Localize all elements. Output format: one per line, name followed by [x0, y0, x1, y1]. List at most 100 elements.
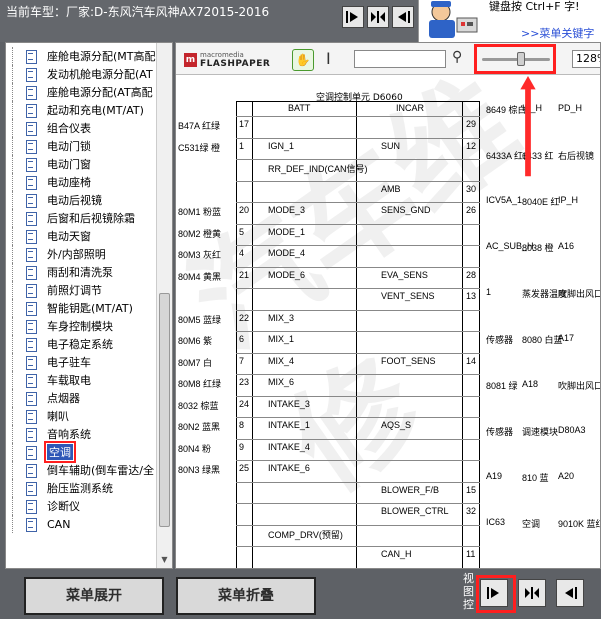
tree-item-label: 组合仪表 [47, 122, 91, 135]
connector-label: PD_H [558, 103, 583, 113]
menu-expand-button[interactable]: 菜单展开 [24, 577, 164, 615]
signal-left: MIX_4 [268, 355, 295, 366]
scroll-down-arrow-icon[interactable]: ▼ [158, 554, 171, 566]
signal-right: VENT_SENS [381, 291, 435, 301]
next-page-button[interactable] [342, 6, 364, 28]
document-icon [26, 67, 37, 82]
signal-left: COMP_DRV(预留) [268, 529, 343, 540]
pin-col-right [462, 101, 463, 568]
signal-left: INTAKE_1 [268, 420, 310, 430]
fit-width-button[interactable] [367, 6, 389, 28]
signal-right: AMB [381, 183, 401, 194]
tree-item[interactable]: 电子驻车 [6, 353, 156, 371]
connector-label: 传感器 [486, 427, 514, 437]
tree-item[interactable]: 后窗和后视镜除霜 [6, 209, 156, 227]
tree-item[interactable]: 电动门锁 [6, 137, 156, 155]
zoom-value-field[interactable]: 128% [572, 50, 600, 68]
tree-item[interactable]: 智能钥匙(MT/AT) [6, 299, 156, 317]
tree-item[interactable]: 发动机舱电源分配(AT [6, 65, 156, 83]
pin-left: 1 [239, 140, 245, 151]
menu-collapse-button[interactable]: 菜单折叠 [176, 577, 316, 615]
wire-label: 80N3 绿黑 [178, 465, 221, 475]
tree-item[interactable]: 诊断仪 [6, 497, 156, 515]
signal-right: AQS_S [381, 420, 412, 430]
signal-right: BLOWER_F/B [381, 484, 440, 495]
tree-item[interactable]: 外/内部照明 [6, 245, 156, 263]
row-separator [236, 245, 480, 246]
tree-item[interactable]: 电子稳定系统 [6, 335, 156, 353]
signal-left: INTAKE_3 [268, 398, 310, 409]
pin-right: 29 [466, 119, 477, 129]
tree-item[interactable]: 车载取电 [6, 371, 156, 389]
tree-item-label: 空调 [44, 441, 76, 463]
text-select-tool-icon[interactable]: I [326, 49, 331, 68]
tree-item[interactable]: 空调 [6, 441, 156, 463]
tree-item[interactable]: 电动座椅 [6, 173, 156, 191]
wire-label: 80M3 灰红 [178, 250, 222, 260]
header-right: INCAR [396, 103, 425, 113]
view-nav-highlight-box [476, 575, 516, 613]
tree-item[interactable]: 喇叭 [6, 407, 156, 425]
pin-right: 14 [466, 355, 477, 366]
document-icon [26, 121, 37, 136]
signal-right: SUN [381, 140, 401, 151]
tree-item[interactable]: 起动和充电(MT/AT) [6, 101, 156, 119]
tree-item[interactable]: 前照灯调节 [6, 281, 156, 299]
tree-item-label: 点烟器 [47, 392, 80, 405]
bottom-prev-button[interactable] [556, 579, 584, 607]
row-separator [236, 309, 480, 311]
pin-left: 20 [239, 205, 250, 215]
connector-label: A17 [558, 333, 575, 343]
tree-item[interactable]: 座舱电源分配(AT高配 [6, 83, 156, 101]
header-bar: 当前车型：厂家:D-东风汽车风神AX72015-2016 键盘按 Ctrl+F [0, 0, 601, 42]
tree-item[interactable]: 车身控制模块 [6, 317, 156, 335]
tree-item[interactable]: 音响系统 [6, 425, 156, 443]
tree-item[interactable]: 点烟器 [6, 389, 156, 407]
wire-label: 8032 棕蓝 [178, 400, 219, 411]
tree-item[interactable]: 倒车辅助(倒车雷达/全 [6, 461, 156, 479]
pin-right: 12 [466, 140, 477, 151]
wire-label: 80N2 蓝黑 [178, 422, 221, 432]
connector-label: D80A3 [558, 425, 586, 435]
pin-right: 11 [466, 549, 476, 559]
connector-label: 9010K 蓝红 [558, 519, 601, 529]
prev-page-button[interactable] [392, 6, 414, 28]
tree-item[interactable]: 电动门窗 [6, 155, 156, 173]
connector-label: A18 [522, 379, 539, 389]
bottom-fit-button[interactable] [518, 579, 546, 607]
pin-left: 21 [239, 269, 250, 280]
tree-item[interactable]: 电动后视镜 [6, 191, 156, 209]
tree-item-label: 电子驻车 [47, 356, 91, 369]
header-left: BATT [288, 103, 311, 113]
tree-item[interactable]: CAN [6, 515, 156, 533]
menu-keyword-link[interactable]: >>菜单关键字 [521, 25, 594, 41]
tree-item[interactable]: 座舱电源分配(MT高配 [6, 47, 156, 65]
pin-right: 26 [466, 205, 477, 215]
sidebar-scrollbar[interactable]: ▼ [156, 43, 172, 568]
search-hint-text: 键盘按 Ctrl+F 字! [489, 0, 580, 13]
tree-item-label: 电动门窗 [47, 158, 91, 171]
pin-left: 9 [239, 441, 245, 452]
hand-tool-button[interactable]: ✋ [292, 49, 314, 71]
row-separator [236, 116, 480, 117]
document-icon [26, 319, 37, 334]
logo-product: FLASHPAPER [200, 59, 271, 69]
scroll-thumb[interactable] [159, 293, 170, 527]
tree-item[interactable]: 雨刮和清洗泵 [6, 263, 156, 281]
document-viewer: m macromedia FLASHPAPER ✋ I ⚲ 128% 汽车维修 … [175, 42, 601, 569]
document-icon [26, 481, 37, 496]
app-window: 当前车型：厂家:D-东风汽车风神AX72015-2016 键盘按 Ctrl+F [0, 0, 601, 619]
connector-label: 8038 橙 [522, 243, 554, 253]
tree-item[interactable]: 胎压监测系统 [6, 479, 156, 497]
connector-label: 8040E 红 [522, 197, 560, 207]
tree-item[interactable]: 电动天窗 [6, 227, 156, 245]
pin-left: 23 [239, 377, 250, 387]
tree-item-label: 座舱电源分配(AT高配 [47, 86, 153, 99]
signal-left: MIX_1 [268, 334, 295, 344]
document-icon [26, 355, 37, 370]
document-icon [26, 49, 37, 64]
tree-item[interactable]: 组合仪表 [6, 119, 156, 137]
wire-label: 80M4 黄黑 [178, 271, 222, 282]
tree-item-label: 车载取电 [47, 374, 91, 387]
pin-right: 30 [466, 183, 477, 194]
